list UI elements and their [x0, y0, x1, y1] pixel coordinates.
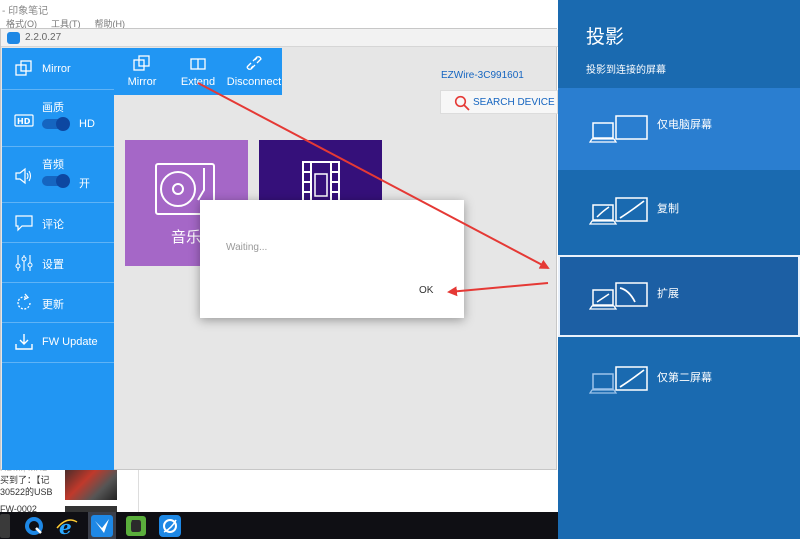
project-option-second-screen-only[interactable]: 仅第二屏幕: [558, 339, 800, 421]
sidebar-label-settings: 设置: [42, 259, 64, 271]
project-option-duplicate[interactable]: 复制: [558, 170, 800, 252]
project-option-label: 仅第二屏幕: [657, 372, 712, 384]
second-screen-only-icon: [589, 366, 648, 394]
swallow-app-icon[interactable]: [90, 514, 114, 538]
app-titlebar[interactable]: 2.2.0.27: [1, 29, 558, 47]
sidebar-label-comment: 评论: [42, 219, 64, 231]
note-line: 30522的USB: [0, 487, 53, 497]
hd-icon: HD: [14, 114, 34, 127]
app-sidebar: Mirror HD 画质 HD 音频 开 评论 设置 更新 FW Update: [2, 48, 114, 470]
quality-value: HD: [79, 118, 95, 130]
extend-icon: [190, 58, 206, 70]
project-panel: 投影 投影到连接的屏幕 仅电脑屏幕 复制 扩展 仅第二屏幕: [558, 0, 800, 539]
pc-screen-only-icon: [589, 115, 648, 143]
taskbar-partial-icon[interactable]: [0, 514, 10, 538]
sidebar-label-fw-update: FW Update: [42, 336, 98, 348]
app-version: 2.2.0.27: [25, 32, 62, 43]
search-icon: [454, 95, 470, 111]
extend-screens-icon: [589, 282, 648, 310]
speaker-icon: [15, 167, 32, 185]
mirror-icon: [133, 55, 150, 71]
windows-taskbar: e: [0, 512, 560, 539]
q-icon[interactable]: [22, 514, 46, 538]
toolbar-extend-label: Extend: [180, 76, 216, 88]
toolbar-disconnect-button[interactable]: Disconnect: [226, 48, 282, 95]
project-option-label: 仅电脑屏幕: [657, 119, 712, 131]
project-option-pc-screen-only[interactable]: 仅电脑屏幕: [558, 88, 800, 170]
sidebar-item-mirror[interactable]: Mirror: [2, 48, 114, 90]
quality-toggle[interactable]: [42, 117, 70, 131]
evernote-icon[interactable]: [124, 514, 148, 538]
audio-value: 开: [79, 178, 90, 190]
project-option-label: 复制: [657, 203, 679, 215]
internet-explorer-icon[interactable]: e: [55, 514, 79, 539]
search-device-button[interactable]: SEARCH DEVICE: [440, 90, 558, 114]
background-window-title: - 印象笔记: [2, 6, 49, 17]
music-tile-label: 音乐: [171, 229, 202, 246]
toolbar-disconnect-label: Disconnect: [226, 76, 282, 88]
mirror-icon: [15, 60, 32, 76]
search-device-label: SEARCH DEVICE: [473, 97, 555, 108]
svg-text:e: e: [59, 515, 72, 538]
toolbar-mirror-button[interactable]: Mirror: [114, 48, 170, 95]
duplicate-icon: [589, 197, 648, 225]
toolbar-mirror-label: Mirror: [127, 76, 157, 88]
dialog-ok-button[interactable]: OK: [419, 285, 433, 296]
waiting-dialog: Waiting... OK: [200, 200, 464, 318]
project-option-label: 扩展: [657, 288, 679, 300]
note-thumbnail: [65, 466, 117, 500]
download-icon: [15, 334, 33, 350]
audio-toggle[interactable]: [42, 174, 70, 188]
device-name: EZWire-3C991601: [441, 70, 524, 81]
disconnect-link-icon: [246, 56, 262, 70]
project-option-extend[interactable]: 扩展: [558, 255, 800, 337]
sidebar-label-quality: 画质: [42, 102, 64, 114]
project-panel-title: 投影: [586, 27, 625, 48]
sidebar-label-audio: 音频: [42, 159, 64, 171]
refresh-icon: [17, 293, 31, 310]
svg-text:HD: HD: [17, 117, 31, 126]
app-toolbar: Mirror Extend Disconnect: [114, 48, 282, 95]
toolbar-extend-button[interactable]: Extend: [170, 48, 226, 95]
app-logo-icon: [7, 32, 20, 44]
sidebar-item-settings[interactable]: 设置: [2, 243, 114, 283]
sidebar-label-update: 更新: [42, 299, 64, 311]
comment-icon: [15, 215, 33, 232]
background-divider: [138, 468, 139, 512]
settings-sliders-icon: [15, 255, 33, 271]
note-line: 买到了：【记: [0, 475, 50, 485]
ezcast-icon[interactable]: [158, 514, 182, 538]
sidebar-item-audio: 音频 开: [2, 147, 114, 203]
sidebar-item-fw-update[interactable]: FW Update: [2, 323, 114, 363]
dialog-message: Waiting...: [226, 242, 268, 253]
sidebar-item-quality: HD 画质 HD: [2, 90, 114, 147]
sidebar-item-update[interactable]: 更新: [2, 283, 114, 323]
sidebar-item-comment[interactable]: 评论: [2, 203, 114, 243]
sidebar-label-mirror: Mirror: [42, 63, 71, 75]
project-panel-subtitle: 投影到连接的屏幕: [586, 65, 666, 76]
